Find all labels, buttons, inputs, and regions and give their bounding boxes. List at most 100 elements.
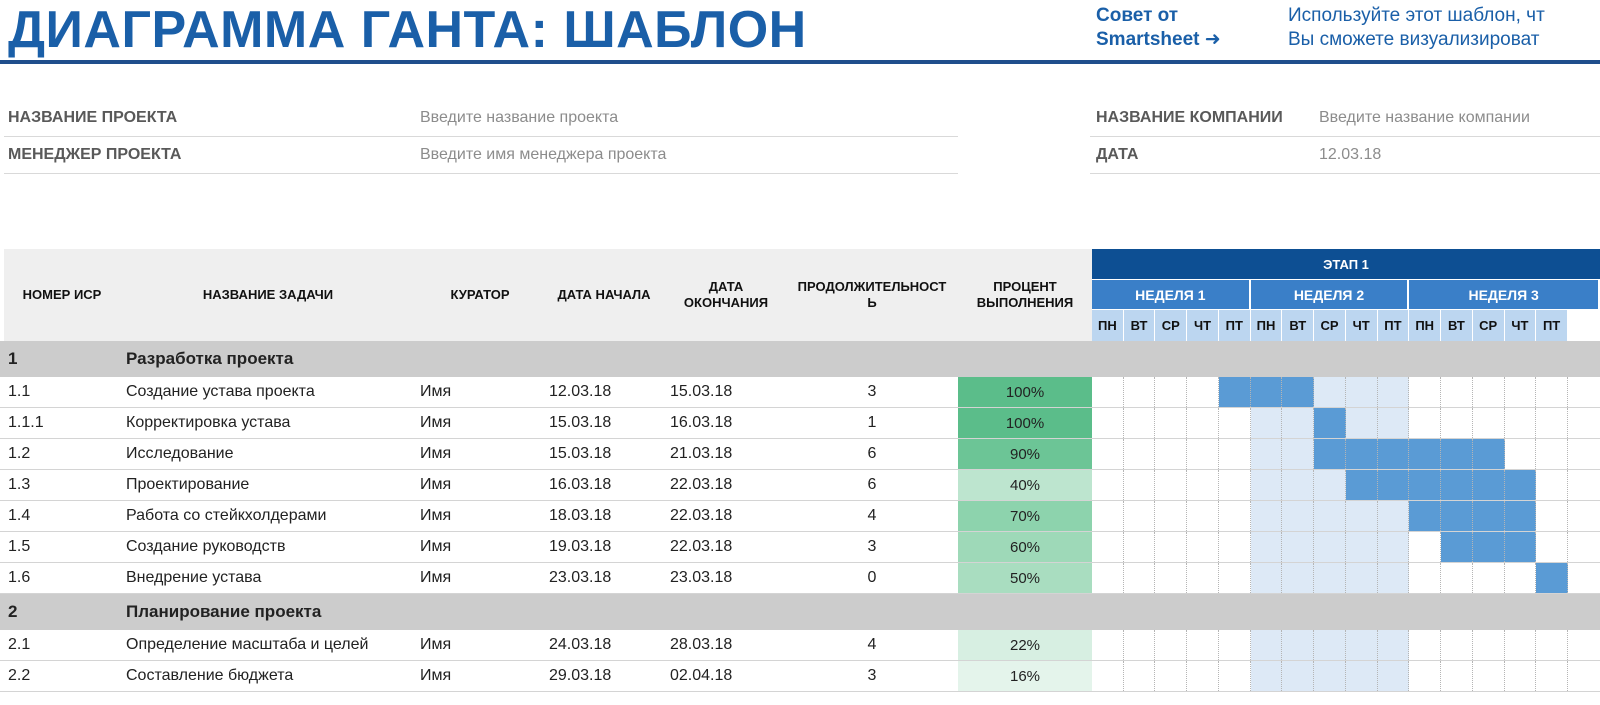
gantt-cell[interactable]	[1219, 470, 1251, 500]
gantt-cell[interactable]	[1409, 563, 1442, 593]
gantt-cell[interactable]	[1155, 630, 1188, 660]
gantt-cell[interactable]	[1155, 439, 1188, 469]
gantt-cell[interactable]	[1250, 532, 1283, 562]
gantt-bar-cell[interactable]	[1504, 501, 1537, 531]
gantt-cell[interactable]	[1282, 470, 1315, 500]
gantt-cell[interactable]	[1219, 408, 1251, 438]
gantt-bar-cell[interactable]	[1250, 377, 1283, 407]
gantt-cell[interactable]	[1282, 661, 1315, 691]
gantt-cell[interactable]	[1219, 532, 1251, 562]
gantt-bar-cell[interactable]	[1409, 439, 1442, 469]
gantt-cell[interactable]	[1345, 408, 1378, 438]
gantt-cell[interactable]	[1250, 661, 1283, 691]
gantt-bar-cell[interactable]	[1472, 501, 1505, 531]
gantt-cell[interactable]	[1124, 377, 1156, 407]
gantt-bar-cell[interactable]	[1314, 408, 1346, 438]
gantt-cell[interactable]	[1377, 377, 1410, 407]
gantt-cell[interactable]	[1282, 630, 1315, 660]
gantt-bar-cell[interactable]	[1441, 439, 1473, 469]
gantt-cell[interactable]	[1282, 563, 1315, 593]
gantt-bar-cell[interactable]	[1345, 470, 1378, 500]
gantt-cell[interactable]	[1377, 408, 1410, 438]
gantt-cell[interactable]	[1345, 532, 1378, 562]
gantt-cell[interactable]	[1092, 501, 1124, 531]
gantt-cell[interactable]	[1345, 563, 1378, 593]
gantt-cell[interactable]	[1536, 532, 1568, 562]
gantt-cell[interactable]	[1536, 377, 1568, 407]
gantt-cell[interactable]	[1377, 532, 1410, 562]
gantt-cell[interactable]	[1282, 439, 1315, 469]
gantt-cell[interactable]	[1314, 532, 1346, 562]
gantt-cell[interactable]	[1536, 408, 1568, 438]
gantt-cell[interactable]	[1219, 563, 1251, 593]
table-row[interactable]: 1.1.1 Корректировка устава Имя 15.03.18 16.0…	[0, 408, 1600, 439]
gantt-bar-cell[interactable]	[1472, 532, 1505, 562]
gantt-cell[interactable]	[1409, 661, 1442, 691]
table-row[interactable]: 2.2 Составление бюджета Имя 29.03.18 02.04.1…	[0, 661, 1600, 692]
gantt-cell[interactable]	[1092, 661, 1124, 691]
gantt-cell[interactable]	[1377, 563, 1410, 593]
gantt-cell[interactable]	[1124, 408, 1156, 438]
gantt-cell[interactable]	[1505, 630, 1537, 660]
gantt-cell[interactable]	[1250, 563, 1283, 593]
gantt-cell[interactable]	[1155, 408, 1188, 438]
gantt-cell[interactable]	[1409, 408, 1442, 438]
gantt-cell[interactable]	[1345, 630, 1378, 660]
date-input[interactable]: 12.03.18	[1319, 146, 1381, 164]
gantt-cell[interactable]	[1250, 408, 1283, 438]
gantt-cell[interactable]	[1536, 630, 1568, 660]
gantt-cell[interactable]	[1505, 439, 1537, 469]
gantt-bar-cell[interactable]	[1345, 439, 1378, 469]
gantt-cell[interactable]	[1187, 661, 1219, 691]
gantt-cell[interactable]	[1250, 630, 1283, 660]
gantt-cell[interactable]	[1124, 532, 1156, 562]
gantt-cell[interactable]	[1124, 439, 1156, 469]
table-row[interactable]: 1.2 Исследование Имя 15.03.18 21.03.18 6 90%	[0, 439, 1600, 470]
table-row[interactable]: 2.1 Определение масштаба и целей Имя 24.03.…	[0, 630, 1600, 661]
gantt-cell[interactable]	[1250, 470, 1283, 500]
gantt-cell[interactable]	[1092, 630, 1124, 660]
company-input[interactable]: Введите название компании	[1319, 109, 1530, 127]
gantt-bar-cell[interactable]	[1441, 470, 1473, 500]
gantt-cell[interactable]	[1505, 377, 1537, 407]
gantt-cell[interactable]	[1219, 630, 1251, 660]
gantt-bar-cell[interactable]	[1377, 470, 1410, 500]
gantt-cell[interactable]	[1219, 501, 1251, 531]
gantt-bar-cell[interactable]	[1377, 439, 1410, 469]
gantt-bar-cell[interactable]	[1409, 501, 1442, 531]
gantt-bar-cell[interactable]	[1441, 532, 1473, 562]
gantt-cell[interactable]	[1314, 470, 1346, 500]
gantt-cell[interactable]	[1124, 563, 1156, 593]
gantt-cell[interactable]	[1187, 532, 1219, 562]
gantt-cell[interactable]	[1187, 501, 1219, 531]
gantt-cell[interactable]	[1377, 661, 1410, 691]
gantt-cell[interactable]	[1219, 661, 1251, 691]
gantt-cell[interactable]	[1314, 377, 1346, 407]
gantt-bar-cell[interactable]	[1409, 470, 1442, 500]
table-row[interactable]: 1.1 Создание устава проекта Имя 12.03.18 15.…	[0, 377, 1600, 408]
gantt-cell[interactable]	[1092, 532, 1124, 562]
gantt-cell[interactable]	[1187, 439, 1219, 469]
gantt-cell[interactable]	[1505, 408, 1537, 438]
gantt-bar-cell[interactable]	[1536, 563, 1568, 593]
gantt-cell[interactable]	[1441, 563, 1473, 593]
project-name-input[interactable]: Введите название проекта	[420, 109, 618, 127]
gantt-cell[interactable]	[1473, 630, 1505, 660]
gantt-cell[interactable]	[1250, 501, 1283, 531]
gantt-cell[interactable]	[1441, 661, 1473, 691]
gantt-cell[interactable]	[1314, 630, 1346, 660]
gantt-bar-cell[interactable]	[1282, 377, 1315, 407]
gantt-cell[interactable]	[1441, 408, 1473, 438]
gantt-cell[interactable]	[1219, 439, 1251, 469]
table-row[interactable]: 1.3 Проектирование Имя 16.03.18 22.03.18 6 40%	[0, 470, 1600, 501]
gantt-cell[interactable]	[1473, 661, 1505, 691]
gantt-cell[interactable]	[1250, 439, 1283, 469]
gantt-cell[interactable]	[1092, 563, 1124, 593]
gantt-bar-cell[interactable]	[1472, 470, 1505, 500]
gantt-cell[interactable]	[1536, 501, 1568, 531]
gantt-cell[interactable]	[1473, 563, 1505, 593]
gantt-cell[interactable]	[1536, 661, 1568, 691]
gantt-cell[interactable]	[1187, 470, 1219, 500]
gantt-cell[interactable]	[1124, 470, 1156, 500]
gantt-cell[interactable]	[1155, 501, 1188, 531]
